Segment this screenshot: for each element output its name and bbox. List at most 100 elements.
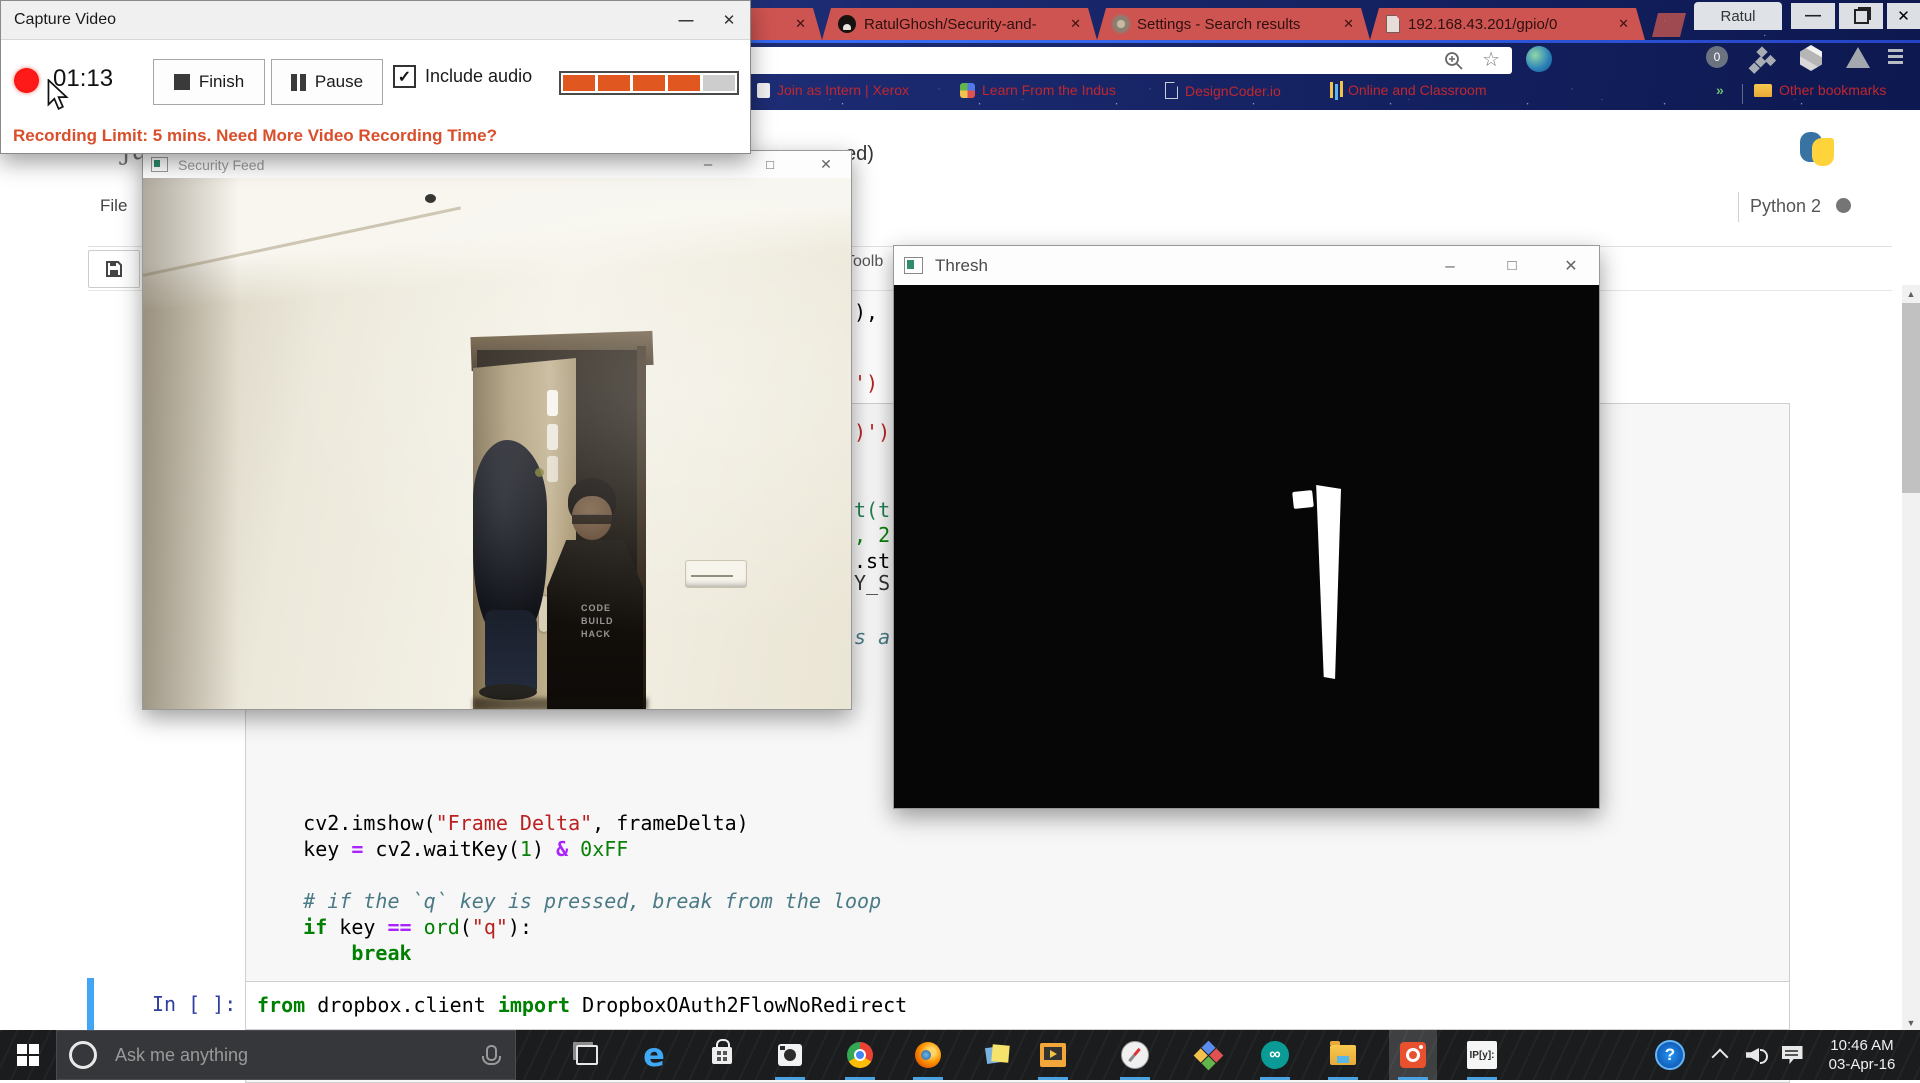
- window-close-button[interactable]: ✕: [1887, 3, 1920, 29]
- clock-date: 03-Apr-16: [1829, 1055, 1896, 1074]
- window-restore-button[interactable]: [1839, 3, 1883, 29]
- thresh-blob-bar: [1314, 485, 1341, 679]
- maximize-icon[interactable]: □: [739, 157, 801, 172]
- bookmark-item[interactable]: Learn From the Indus: [960, 82, 1116, 98]
- compass-browser-icon[interactable]: [1113, 1030, 1157, 1080]
- page-scrollbar[interactable]: ▲ ▼: [1902, 285, 1920, 1030]
- arduino-icon[interactable]: ∞: [1253, 1030, 1297, 1080]
- task-view-button[interactable]: [565, 1030, 609, 1080]
- browser-tab-2[interactable]: RatulGhosh/Security-and- ✕: [822, 8, 1097, 40]
- save-button[interactable]: [88, 250, 140, 288]
- address-bar[interactable]: ☆: [742, 47, 1512, 74]
- meter-segment: [598, 75, 630, 91]
- maximize-icon[interactable]: □: [1481, 257, 1543, 274]
- python-logo-icon: [1798, 130, 1836, 168]
- badge-zero-extension-icon[interactable]: 0: [1706, 46, 1728, 68]
- help-tray-icon[interactable]: ?: [1648, 1030, 1692, 1080]
- scrollbar-thumb[interactable]: [1902, 303, 1920, 493]
- minimize-icon[interactable]: –: [677, 156, 739, 173]
- camera-app-icon: [1400, 1042, 1426, 1068]
- start-button[interactable]: [8, 1030, 48, 1080]
- windows-logo-icon: [17, 1044, 39, 1066]
- action-center-icon[interactable]: [1772, 1030, 1812, 1080]
- minimize-icon[interactable]: –: [1419, 256, 1481, 276]
- capture-video-window[interactable]: Capture Video — ✕ 01:13 Finish Pause ✓ I…: [0, 0, 751, 154]
- globe-extension-icon[interactable]: [1526, 46, 1552, 72]
- profile-button[interactable]: Ratul: [1694, 2, 1782, 30]
- other-bookmarks-button[interactable]: Other bookmarks: [1754, 82, 1886, 98]
- drive-extension-icon[interactable]: [1846, 47, 1870, 68]
- kernel-busy-indicator: [1836, 198, 1851, 213]
- mouse-cursor: [45, 79, 69, 111]
- security-feed-titlebar[interactable]: Security Feed – □ ✕: [143, 151, 851, 179]
- new-tab-button[interactable]: [1652, 13, 1686, 37]
- code-fragment: Y_S: [854, 571, 890, 595]
- bookmark-item[interactable]: Join as Intern | Xerox: [757, 82, 909, 98]
- designer-diamond-icon[interactable]: [1186, 1030, 1230, 1080]
- finish-button[interactable]: Finish: [153, 59, 265, 105]
- sticky-notes-icon[interactable]: [976, 1030, 1020, 1080]
- close-icon[interactable]: ✕: [708, 11, 750, 29]
- bookmark-label: Join as Intern | Xerox: [777, 82, 909, 98]
- browser-tab-3[interactable]: Settings - Search results ✕: [1097, 8, 1370, 40]
- window-minimize-button[interactable]: —: [1791, 3, 1835, 29]
- thresh-title: Thresh: [935, 256, 988, 276]
- include-audio-control[interactable]: ✓ Include audio: [393, 65, 532, 88]
- close-icon[interactable]: ✕: [801, 156, 851, 173]
- recording-limit-warning[interactable]: Recording Limit: 5 mins. Need More Video…: [13, 126, 497, 146]
- opencv-window-icon: [904, 257, 923, 274]
- other-bookmarks-label: Other bookmarks: [1779, 82, 1886, 98]
- pause-button[interactable]: Pause: [271, 59, 383, 105]
- code-fragment: ),: [854, 300, 878, 324]
- tab-close-icon[interactable]: ✕: [1070, 16, 1081, 32]
- cube-extension-icon[interactable]: [1800, 45, 1822, 71]
- video-player-icon[interactable]: [1031, 1030, 1075, 1080]
- scrollbar-up-arrow[interactable]: ▲: [1902, 285, 1920, 299]
- taskbar-clock[interactable]: 10:46 AM 03-Apr-16: [1812, 1030, 1912, 1080]
- security-feed-window[interactable]: Security Feed – □ ✕ CODE BUILD HACK: [142, 150, 852, 710]
- folder-icon: [1754, 84, 1772, 97]
- photos-icon[interactable]: [768, 1030, 812, 1080]
- code-fragment: t(t: [854, 498, 890, 522]
- camera-app-button-active[interactable]: [1389, 1030, 1437, 1080]
- tray-chevron-up[interactable]: [1702, 1030, 1738, 1080]
- close-icon[interactable]: ✕: [1543, 256, 1599, 276]
- bookmark-label: Online and Classroom: [1348, 82, 1487, 98]
- code-fragment: , 2: [854, 523, 890, 547]
- github-icon: [838, 15, 856, 33]
- mic-icon[interactable]: [482, 1045, 501, 1065]
- taskbar[interactable]: Ask me anything e: [0, 1030, 1920, 1080]
- bookmark-item[interactable]: DesignCoder.io: [1165, 82, 1281, 99]
- chrome-icon[interactable]: [838, 1030, 882, 1080]
- dropbox-extension-icon[interactable]: [1756, 46, 1767, 57]
- checkbox-checked-icon[interactable]: ✓: [393, 65, 416, 88]
- menu-file[interactable]: File: [100, 196, 127, 216]
- thresh-window[interactable]: Thresh – □ ✕: [893, 245, 1600, 809]
- menu-hamburger-icon[interactable]: [1888, 49, 1903, 52]
- scrollbar-down-arrow[interactable]: ▼: [1902, 1018, 1920, 1028]
- bookmark-item[interactable]: Online and Classroom: [1330, 82, 1487, 98]
- firefox-icon[interactable]: [906, 1030, 950, 1080]
- kernel-name: Python 2: [1750, 196, 1821, 217]
- bookmarks-overflow-chevron[interactable]: »: [1716, 82, 1724, 98]
- minimize-icon[interactable]: —: [664, 12, 708, 29]
- pause-label: Pause: [315, 72, 363, 92]
- browser-tab-4[interactable]: 192.168.43.201/gpio/0 ✕: [1370, 8, 1645, 40]
- tab-close-icon[interactable]: ✕: [1343, 16, 1354, 32]
- file-explorer-icon[interactable]: [1321, 1030, 1365, 1080]
- zoom-magnifier-icon[interactable]: [1444, 51, 1464, 71]
- store-icon[interactable]: [700, 1030, 744, 1080]
- capture-titlebar[interactable]: Capture Video — ✕: [1, 1, 750, 40]
- edge-icon[interactable]: e: [632, 1030, 676, 1080]
- bookmark-star-icon[interactable]: ☆: [1482, 47, 1500, 72]
- meter-segment: [633, 75, 665, 91]
- kernel-separator: [1738, 192, 1739, 222]
- task-view-icon: [576, 1045, 598, 1065]
- tab-close-icon[interactable]: ✕: [795, 16, 806, 32]
- next-cell-code[interactable]: from dropbox.client import DropboxOAuth2…: [257, 992, 907, 1018]
- thresh-titlebar[interactable]: Thresh – □ ✕: [894, 246, 1599, 286]
- ipython-icon[interactable]: IP[y]:: [1460, 1030, 1504, 1080]
- cortana-search-box[interactable]: Ask me anything: [56, 1030, 516, 1080]
- tab-close-icon[interactable]: ✕: [1618, 16, 1629, 32]
- thresh-canvas: [894, 285, 1599, 808]
